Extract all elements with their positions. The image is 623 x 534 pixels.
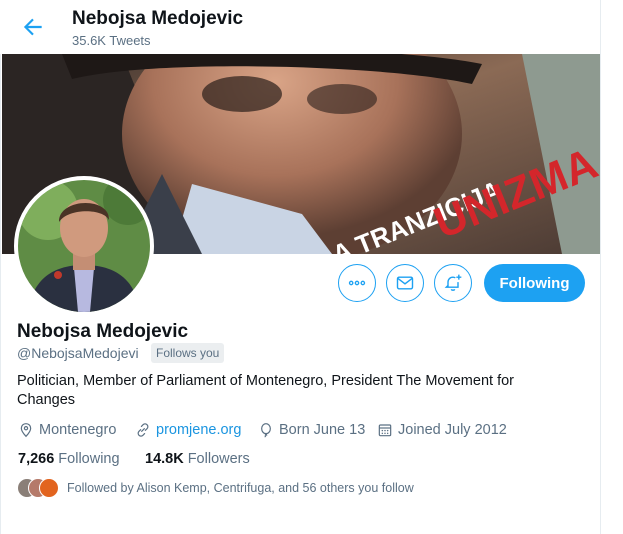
joined-text: Joined July 2012 bbox=[398, 422, 507, 438]
balloon-icon bbox=[261, 423, 271, 438]
tab-tweets[interactable]: — bbox=[44, 528, 59, 534]
followers-stat[interactable]: 14.8K Followers bbox=[145, 449, 250, 469]
profile-joined: Joined July 2012 bbox=[377, 420, 507, 440]
profile-header: Nebojsa Medojevic 35.6K Tweets bbox=[0, 0, 600, 54]
followed-by-text: Followed by Alison Kemp, Centrifuga, and… bbox=[67, 481, 414, 495]
notifications-button[interactable] bbox=[434, 264, 472, 302]
followers-count: 14.8K bbox=[145, 451, 184, 467]
back-arrow-icon bbox=[23, 18, 42, 36]
following-button[interactable]: Following bbox=[484, 264, 585, 302]
mail-icon bbox=[396, 276, 414, 290]
location-text: Montenegro bbox=[39, 422, 117, 438]
avatar[interactable] bbox=[14, 176, 154, 316]
profile-location: Montenegro bbox=[18, 420, 116, 440]
followed-by[interactable]: Followed by Alison Kemp, Centrifuga, and… bbox=[17, 477, 414, 499]
profile-bio: Politician, Member of Parliament of Mont… bbox=[17, 373, 514, 408]
following-count: 7,266 bbox=[18, 451, 55, 467]
profile-handle: @NebojsaMedojevi bbox=[17, 345, 139, 361]
avatar bbox=[39, 478, 59, 498]
followers-label: Followers bbox=[187, 451, 250, 467]
website-link[interactable]: promjene.org bbox=[156, 422, 241, 438]
follows-you-badge: Follows you bbox=[151, 343, 225, 363]
profile-name: Nebojsa Medojevic bbox=[17, 321, 189, 342]
more-button[interactable] bbox=[338, 264, 376, 302]
profile-birthday: Born June 13 bbox=[258, 420, 365, 440]
born-text: Born June 13 bbox=[279, 422, 366, 438]
header-tweet-count: 35.6K Tweets bbox=[72, 33, 151, 48]
bell-plus-icon bbox=[444, 274, 462, 291]
profile-website[interactable]: promjene.org bbox=[135, 420, 241, 440]
more-icon bbox=[348, 280, 366, 286]
back-button[interactable] bbox=[20, 14, 46, 40]
profile-tabs: — bbox=[2, 518, 600, 534]
following-label: Following bbox=[58, 451, 120, 467]
link-icon bbox=[137, 423, 149, 437]
message-button[interactable] bbox=[386, 264, 424, 302]
location-icon bbox=[20, 423, 32, 438]
following-stat[interactable]: 7,266 Following bbox=[18, 449, 120, 469]
header-title: Nebojsa Medojevic bbox=[72, 8, 244, 29]
calendar-icon bbox=[378, 424, 392, 437]
followed-by-avatars bbox=[17, 478, 61, 498]
